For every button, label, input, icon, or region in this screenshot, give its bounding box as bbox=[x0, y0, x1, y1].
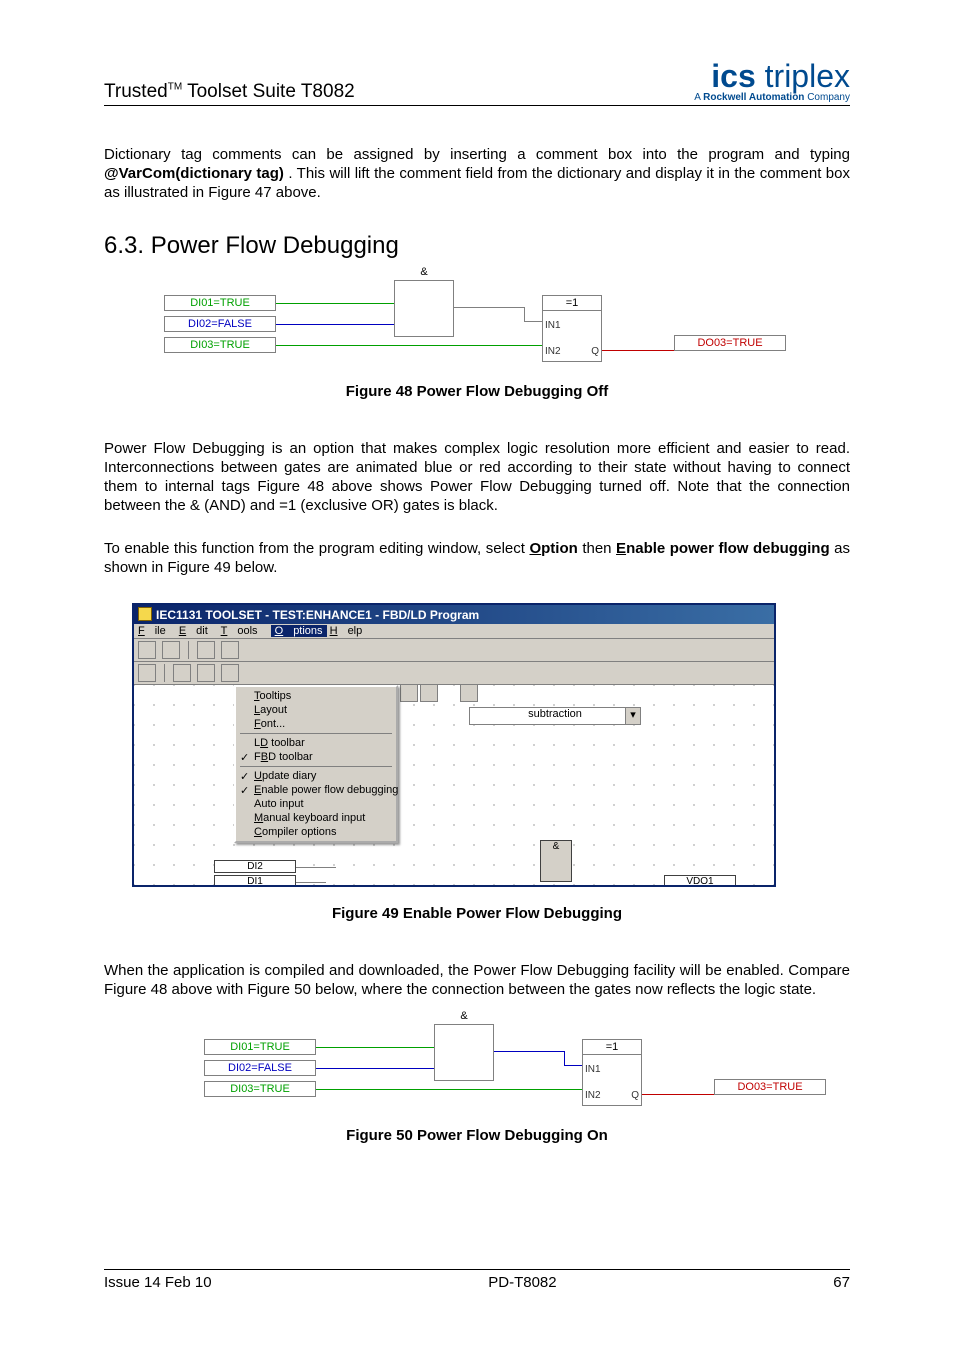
title-bar[interactable]: IEC1131 TOOLSET - TEST:ENHANCE1 - FBD/LD… bbox=[134, 605, 774, 624]
mitem-update-diary[interactable]: Update diary bbox=[236, 769, 396, 783]
product-line: Trusted bbox=[104, 81, 168, 102]
brand-triplex: triplex bbox=[756, 58, 850, 94]
figure-50-caption: Figure 50 Power Flow Debugging On bbox=[104, 1127, 850, 1144]
product-suffix: Toolset Suite T8082 bbox=[182, 81, 355, 102]
mitem-font[interactable]: Font... bbox=[236, 717, 396, 731]
section-heading: 6.3. Power Flow Debugging bbox=[104, 232, 850, 260]
toolbar-row-2 bbox=[134, 662, 774, 685]
paragraph-pfd-intro: Power Flow Debugging is an option that m… bbox=[104, 440, 850, 515]
footer-page: 67 bbox=[833, 1274, 850, 1291]
cut-icon[interactable] bbox=[197, 641, 215, 659]
port-in2: IN2 bbox=[545, 346, 561, 357]
paragraph-pfd-enabled: When the application is compiled and dow… bbox=[104, 962, 850, 1000]
menu-edit[interactable]: Edit bbox=[179, 625, 208, 637]
mitem-ld-toolbar[interactable]: LD toolbar bbox=[236, 736, 396, 750]
print-icon[interactable] bbox=[460, 685, 478, 702]
figure-50-diagram: DI01=TRUE DI02=FALSE DI03=TRUE & =1 IN1 … bbox=[204, 1024, 850, 1109]
output-do03: DO03=TRUE bbox=[674, 335, 786, 351]
mitem-compiler-opts[interactable]: Compiler options bbox=[236, 825, 396, 839]
paste-icon[interactable] bbox=[221, 641, 239, 659]
variable-icon[interactable] bbox=[221, 664, 239, 682]
input-di02: DI02=FALSE bbox=[164, 316, 276, 332]
menu-bar: File Edit Tools Options Help bbox=[134, 624, 774, 639]
output-do03-2: DO03=TRUE bbox=[714, 1079, 826, 1095]
options-dropdown: Tooltips Layout Font... LD toolbar FBD t… bbox=[234, 685, 398, 843]
input-di03: DI03=TRUE bbox=[164, 337, 276, 353]
var-vdo1[interactable]: VDO1 bbox=[664, 875, 736, 885]
menu-options[interactable]: Options bbox=[271, 625, 327, 637]
open-icon[interactable] bbox=[162, 641, 180, 659]
and-gate-2: & bbox=[434, 1024, 494, 1081]
input-di03-2: DI03=TRUE bbox=[204, 1081, 316, 1097]
mitem-fbd-toolbar[interactable]: FBD toolbar bbox=[236, 750, 396, 764]
port-in1: IN1 bbox=[545, 320, 561, 331]
paragraph-dictionary-tag: Dictionary tag comments can be assigned … bbox=[104, 146, 850, 202]
page-header: TrustedTM Toolset Suite T8082 ics triple… bbox=[104, 60, 850, 106]
menu-help[interactable]: Help bbox=[330, 625, 363, 637]
chevron-down-icon[interactable]: ▾ bbox=[625, 708, 640, 724]
page-footer: Issue 14 Feb 10 PD-T8082 67 bbox=[104, 1269, 850, 1291]
figure-49-caption: Figure 49 Enable Power Flow Debugging bbox=[104, 905, 850, 922]
input-di01-2: DI01=TRUE bbox=[204, 1039, 316, 1055]
zoom-icon[interactable] bbox=[400, 685, 418, 702]
mitem-tooltips[interactable]: Tooltips bbox=[236, 689, 396, 703]
xor-gate: =1 IN1 IN2 Q bbox=[542, 295, 602, 362]
footer-issue: Issue 14 Feb 10 bbox=[104, 1274, 212, 1291]
editor-canvas[interactable]: subtraction ▾ Tooltips Layout Font... LD… bbox=[134, 685, 774, 885]
figure-48-diagram: DI01=TRUE DI02=FALSE DI03=TRUE & =1 IN1 … bbox=[164, 280, 850, 365]
port-q: Q bbox=[591, 346, 599, 357]
var-di2[interactable]: DI2 bbox=[214, 860, 296, 873]
brand-block: ics triplex A Rockwell Automation Compan… bbox=[694, 60, 850, 103]
block-icon[interactable] bbox=[197, 664, 215, 682]
paragraph-enable-pfd: To enable this function from the program… bbox=[104, 540, 850, 578]
mitem-enable-pfd[interactable]: Enable power flow debugging bbox=[236, 783, 396, 797]
app-icon bbox=[138, 607, 152, 621]
menu-tools[interactable]: Tools bbox=[221, 625, 258, 637]
select-icon[interactable] bbox=[173, 664, 191, 682]
brand-logo: ics triplex bbox=[694, 60, 850, 92]
product-title: TrustedTM Toolset Suite T8082 bbox=[104, 81, 355, 103]
mitem-auto-input[interactable]: Auto input bbox=[236, 797, 396, 811]
mitem-layout[interactable]: Layout bbox=[236, 703, 396, 717]
input-di01: DI01=TRUE bbox=[164, 295, 276, 311]
mitem-manual-kb[interactable]: Manual keyboard input bbox=[236, 811, 396, 825]
brand-tagline: A Rockwell Automation Company bbox=[694, 92, 850, 103]
window-title: IEC1131 TOOLSET - TEST:ENHANCE1 - FBD/LD… bbox=[156, 608, 479, 622]
xor-gate-2: =1 IN1 IN2 Q bbox=[582, 1039, 642, 1106]
brand-ics: ics bbox=[711, 58, 755, 94]
app-window: IEC1131 TOOLSET - TEST:ENHANCE1 - FBD/LD… bbox=[132, 603, 776, 887]
var-di1[interactable]: DI1 bbox=[214, 875, 296, 885]
and-gate: & bbox=[394, 280, 454, 337]
footer-docnum: PD-T8082 bbox=[488, 1274, 556, 1291]
toolbar-row-1 bbox=[134, 639, 774, 662]
block-selector-combo[interactable]: subtraction ▾ bbox=[469, 707, 641, 725]
trademark-symbol: TM bbox=[168, 82, 182, 93]
figure-48-caption: Figure 48 Power Flow Debugging Off bbox=[104, 383, 850, 400]
contact-icon[interactable] bbox=[138, 664, 156, 682]
menu-file[interactable]: File bbox=[138, 625, 166, 637]
fbd-and-block[interactable]: & bbox=[540, 840, 572, 882]
input-di02-2: DI02=FALSE bbox=[204, 1060, 316, 1076]
new-icon[interactable] bbox=[138, 641, 156, 659]
zoom-toolbar bbox=[400, 685, 478, 702]
grid-icon[interactable] bbox=[420, 685, 438, 702]
